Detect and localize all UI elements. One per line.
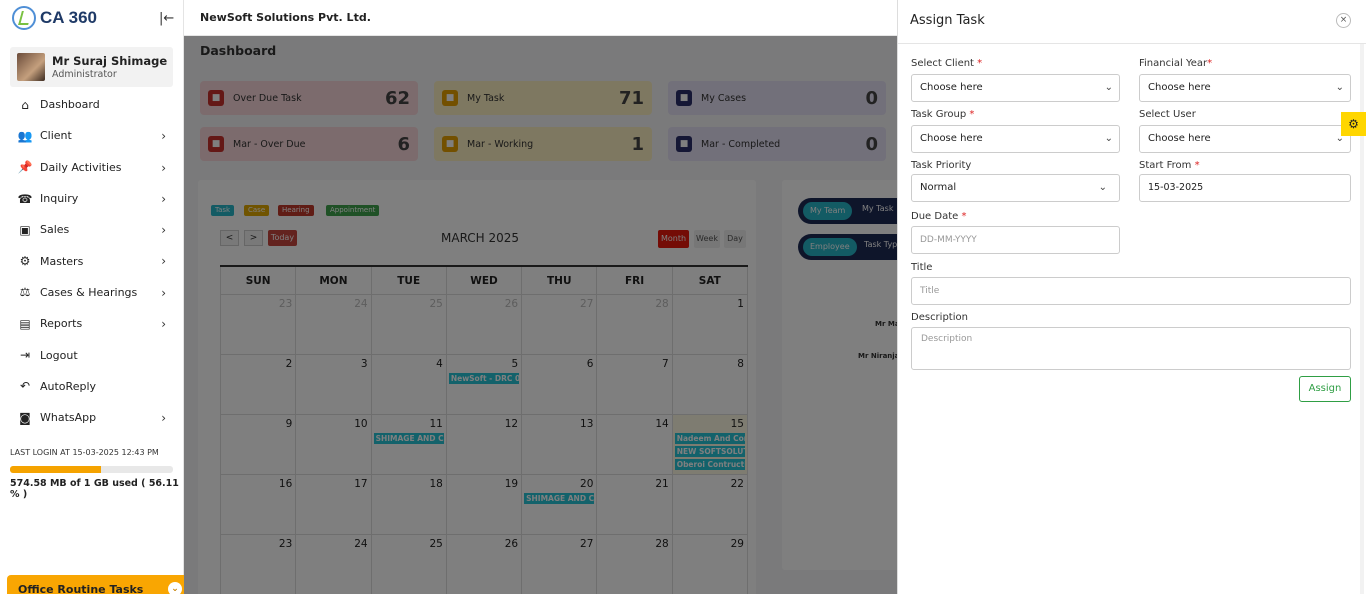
whatsapp-icon: ◙ (19, 410, 31, 425)
sidebar-item-label: WhatsApp (40, 411, 97, 425)
sidebar-item-label: Inquiry (40, 192, 79, 206)
storage-text: 574.58 MB of 1 GB used ( 56.11 % ) (10, 478, 179, 500)
sidebar-item-label: Client (40, 129, 72, 143)
sidebar-item-daily-activities[interactable]: 📌 Daily Activities › (0, 152, 184, 183)
chevron-down-icon[interactable]: ⌄ (168, 582, 182, 594)
sidebar-item-reports[interactable]: ▤ Reports › (0, 308, 184, 339)
close-icon[interactable]: × (1336, 13, 1351, 28)
assign-task-panel: Assign Task × Select Client * Choose her… (897, 0, 1366, 594)
due-date-label: Due Date * (911, 211, 967, 222)
title-label: Title (911, 262, 933, 273)
gears-icon: ⚙ (19, 254, 31, 269)
pin-icon: 📌 (17, 160, 33, 175)
office-routine-label: Office Routine Tasks (18, 583, 144, 594)
phone-icon: ☎ (17, 191, 33, 206)
scale-icon: ⚖ (19, 285, 31, 300)
sidebar-item-label: Dashboard (40, 98, 100, 112)
reply-icon: ↶ (19, 379, 31, 394)
settings-gear-icon[interactable]: ⚙ (1341, 112, 1366, 136)
office-routine-tasks-button[interactable]: Office Routine Tasks ⌄ (7, 575, 193, 594)
sidebar-item-label: Masters (40, 254, 84, 268)
sidebar-item-inquiry[interactable]: ☎ Inquiry › (0, 183, 184, 214)
sidebar-item-label: Daily Activities (40, 160, 122, 174)
user-role: Administrator (52, 69, 117, 80)
start-from-input[interactable]: 15-03-2025 (1139, 174, 1351, 202)
sidebar-item-label: Sales (40, 223, 70, 237)
sidebar-item-masters[interactable]: ⚙ Masters › (0, 245, 184, 276)
sidebar-item-label: Logout (40, 348, 78, 362)
chevron-right-icon: › (161, 410, 166, 425)
modal-backdrop[interactable] (184, 36, 897, 594)
assign-button[interactable]: Assign (1299, 376, 1351, 402)
select-client-label: Select Client * (911, 58, 983, 69)
chevron-right-icon: › (161, 285, 166, 300)
task-priority-dropdown[interactable]: Normal ⌄ (911, 174, 1120, 202)
select-client-dropdown[interactable]: Choose here ⌄ (911, 74, 1120, 102)
storage-bar (10, 466, 173, 473)
chevron-right-icon: › (161, 191, 166, 206)
sidebar-item-label: Cases & Hearings (40, 285, 138, 299)
sidebar-item-whatsapp[interactable]: ◙ WhatsApp › (0, 402, 184, 433)
modal-header: Assign Task × (898, 0, 1366, 44)
financial-year-label: Financial Year* (1139, 58, 1213, 69)
user-card[interactable]: Mr Suraj Shimage Administrator (10, 47, 173, 87)
title-input[interactable]: Title (911, 277, 1351, 305)
logo-text: CA 360 (40, 8, 98, 27)
task-group-label: Task Group * (911, 109, 975, 120)
task-priority-label: Task Priority (911, 160, 972, 171)
select-user-label: Select User (1139, 109, 1196, 120)
sidebar-item-label: Reports (40, 317, 83, 331)
storage-bar-fill (10, 466, 102, 473)
sidebar-item-sales[interactable]: ▣ Sales › (0, 214, 184, 245)
chevron-down-icon: ⌄ (1104, 82, 1113, 93)
select-user-dropdown[interactable]: Choose here ⌄ (1139, 125, 1351, 153)
chevron-right-icon: › (161, 223, 166, 238)
chevron-right-icon: › (161, 129, 166, 144)
topbar: NewSoft Solutions Pvt. Ltd. (184, 0, 897, 36)
chevron-down-icon: ⌄ (1335, 82, 1344, 93)
user-name: Mr Suraj Shimage (52, 54, 168, 68)
logo-icon (12, 6, 36, 30)
chevron-right-icon: › (161, 160, 166, 175)
sidebar-item-autoreply[interactable]: ↶ AutoReply (0, 371, 184, 402)
logo[interactable]: CA 360 (0, 0, 183, 36)
logout-icon: ⇥ (19, 348, 31, 363)
collapse-sidebar-icon[interactable]: |← (159, 11, 174, 26)
home-icon: ⌂ (21, 97, 29, 112)
sidebar-item-label: AutoReply (40, 379, 97, 393)
description-label: Description (911, 312, 968, 323)
sidebar-menu: ⌂ Dashboard 👥 Client › 📌 Daily Activities › ☎ Inq… (0, 89, 184, 433)
last-login-text: LAST LOGIN AT 15-03-2025 12:43 PM (10, 448, 159, 457)
file-icon: ▤ (19, 316, 31, 331)
sidebar: CA 360 |← Mr Suraj Shimage Administrator… (0, 0, 193, 594)
sidebar-item-cases-hearings[interactable]: ⚖ Cases & Hearings › (0, 277, 184, 308)
avatar (17, 53, 45, 81)
money-icon: ▣ (19, 222, 31, 237)
financial-year-dropdown[interactable]: Choose here ⌄ (1139, 74, 1351, 102)
sidebar-item-client[interactable]: 👥 Client › (0, 120, 184, 151)
chevron-right-icon: › (161, 254, 166, 269)
chevron-down-icon: ⌄ (1104, 133, 1113, 144)
sidebar-item-logout[interactable]: ⇥ Logout (0, 339, 184, 370)
task-group-dropdown[interactable]: Choose here ⌄ (911, 125, 1120, 153)
users-icon: 👥 (17, 128, 33, 143)
due-date-input[interactable]: DD-MM-YYYY (911, 226, 1120, 254)
company-name: NewSoft Solutions Pvt. Ltd. (200, 11, 371, 24)
modal-title: Assign Task (910, 13, 985, 28)
sidebar-item-dashboard[interactable]: ⌂ Dashboard (0, 89, 184, 120)
chevron-down-icon: ⌄ (1098, 182, 1107, 193)
description-textarea[interactable]: Description (911, 327, 1351, 370)
start-from-label: Start From * (1139, 160, 1200, 171)
chevron-right-icon: › (161, 317, 166, 332)
